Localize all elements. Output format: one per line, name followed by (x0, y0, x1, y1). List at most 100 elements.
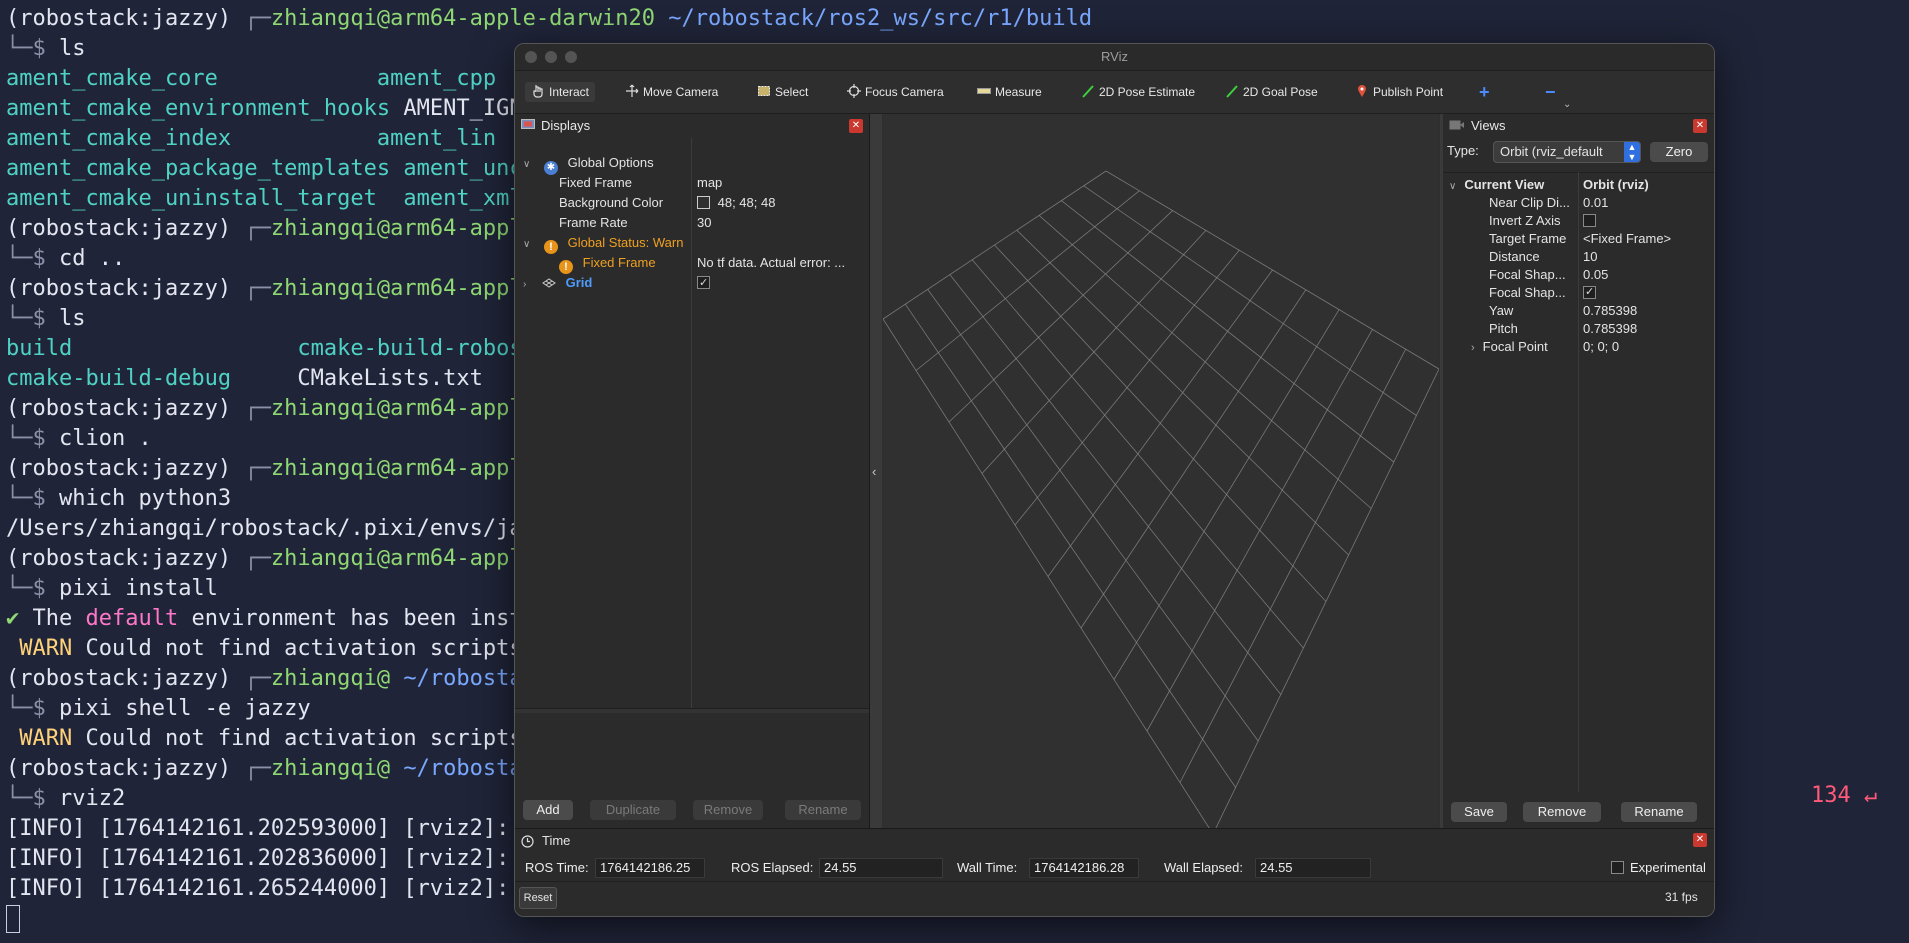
chevron-right-icon[interactable]: › (1471, 342, 1475, 354)
stepper-arrows-icon[interactable]: ▲ ▼ (1624, 142, 1640, 162)
rviz-window[interactable]: RViz Interact Move Camera Select Focus C… (514, 43, 1715, 917)
terminal-line: (robostack:jazzy) ┌─zhiangqi@arm64-appl (6, 394, 523, 424)
focal-shape-fixed-checkbox[interactable] (1583, 283, 1596, 302)
terminal-text-segment: zhiangqi@arm64-appl (270, 216, 523, 241)
duplicate-display-button[interactable]: Duplicate (590, 800, 676, 820)
column-divider (1578, 172, 1579, 792)
invert-z-checkbox[interactable] (1583, 212, 1596, 230)
frame-rate-value[interactable]: 30 (697, 213, 711, 233)
close-panel-button[interactable]: ✕ (1693, 119, 1707, 133)
chevron-down-icon[interactable]: ∨ (523, 159, 530, 170)
distance-value[interactable]: 10 (1583, 248, 1597, 266)
checkbox[interactable] (1583, 214, 1596, 227)
terminal-text-segment: ┌─ (244, 456, 271, 481)
checkbox[interactable] (697, 273, 710, 293)
close-panel-button[interactable]: ✕ (1693, 833, 1707, 847)
focal-point-row[interactable]: › Focal Point (1471, 338, 1548, 356)
terminal-text-segment: └─$ (6, 306, 59, 331)
pose-estimate-tool[interactable]: 2D Pose Estimate (1081, 82, 1195, 102)
terminal-text-segment: ┌─ (244, 276, 271, 301)
chevron-down-icon[interactable]: ⌄ (1563, 95, 1571, 115)
save-view-button[interactable]: Save (1451, 802, 1507, 822)
ros-time-field[interactable]: 1764142186.25 (595, 858, 705, 878)
terminal-text-segment: zhiangqi@arm64-appl (270, 546, 523, 571)
terminal-text-segment: zhiangqi@arm64-appl (270, 456, 523, 481)
rename-display-button[interactable]: Rename (785, 800, 861, 820)
terminal-text-segment: Could not find activation scripts (85, 726, 523, 751)
close-panel-button[interactable]: ✕ (849, 119, 863, 133)
grid-line (1179, 349, 1407, 783)
chevron-left-icon[interactable]: ‹ (872, 464, 876, 479)
pitch-label: Pitch (1489, 321, 1518, 336)
interact-tool[interactable]: Interact (525, 82, 596, 102)
move-camera-tool[interactable]: Move Camera (625, 82, 718, 102)
terminal-line: ament_cmake_uninstall_target ament_xml (6, 184, 523, 214)
experimental-checkbox-row[interactable]: Experimental (1611, 860, 1706, 875)
crosshair-icon (847, 84, 861, 98)
rename-view-button[interactable]: Rename (1621, 802, 1697, 822)
experimental-checkbox[interactable] (1611, 861, 1624, 874)
add-tool-button[interactable]: + (1479, 82, 1490, 102)
chevron-down-icon[interactable]: ∨ (523, 239, 530, 250)
remove-tool-button[interactable]: − (1545, 82, 1556, 102)
target-frame-value[interactable]: <Fixed Frame> (1583, 230, 1671, 248)
near-clip-value[interactable]: 0.01 (1583, 194, 1608, 212)
wall-time-field[interactable]: 1764142186.28 (1029, 858, 1139, 878)
focal-shape-size-value[interactable]: 0.05 (1583, 266, 1608, 284)
interact-label: Interact (549, 85, 590, 99)
terminal-line: └─$ pixi shell -e jazzy (6, 694, 311, 724)
terminal-text-segment: cd (58, 246, 99, 271)
fixed-frame-value[interactable]: map (697, 173, 722, 193)
chevron-down-icon[interactable]: ∨ (1449, 181, 1456, 192)
terminal-text-segment: build (6, 336, 298, 361)
ros-elapsed-field[interactable]: 24.55 (819, 858, 943, 878)
terminal-text-segment: ┌─ (244, 6, 271, 31)
focus-camera-label: Focus Camera (865, 85, 944, 99)
chevron-right-icon[interactable]: › (523, 279, 526, 290)
view-type-select[interactable]: Orbit (rviz_default ▲ ▼ (1493, 141, 1641, 163)
pitch-value[interactable]: 0.785398 (1583, 320, 1637, 338)
monitor-icon (521, 119, 535, 129)
current-view-row[interactable]: ∨ Current View (1449, 176, 1544, 194)
measure-tool[interactable]: Measure (977, 82, 1042, 102)
terminal-text-segment: rviz2 (58, 786, 126, 811)
focal-point-value[interactable]: 0; 0; 0 (1583, 338, 1619, 356)
warning-icon: ! (543, 240, 558, 254)
3d-viewport[interactable] (882, 114, 1440, 835)
background-color-value[interactable]: 48; 48; 48 (697, 193, 775, 213)
grid-enabled-checkbox[interactable] (697, 273, 710, 293)
goal-pose-tool[interactable]: 2D Goal Pose (1225, 82, 1318, 102)
status-fixed-frame-label: Fixed Frame (582, 255, 656, 270)
terminal-text-segment: (robostack:jazzy) (6, 456, 245, 481)
checkbox[interactable] (1583, 283, 1596, 301)
remove-view-button[interactable]: Remove (1523, 802, 1601, 822)
reset-button[interactable]: Reset (519, 887, 557, 909)
publish-point-label: Publish Point (1373, 85, 1444, 99)
remove-display-button[interactable]: Remove (693, 800, 763, 820)
focus-camera-tool[interactable]: Focus Camera (847, 82, 944, 102)
select-tool[interactable]: Select (757, 82, 808, 102)
select-label: Select (775, 85, 809, 99)
yaw-value[interactable]: 0.785398 (1583, 302, 1637, 320)
green-arrow-icon (1226, 85, 1238, 98)
zero-button[interactable]: Zero (1650, 142, 1708, 162)
publish-point-tool[interactable]: Publish Point (1355, 82, 1443, 102)
ros-elapsed-label: ROS Elapsed: (731, 860, 814, 875)
terminal-text-segment: which python3 (58, 486, 232, 511)
terminal-text-segment: zhiangqi@ (270, 666, 391, 691)
title-bar[interactable]: RViz (515, 44, 1714, 71)
tree-item-global-status[interactable]: ∨ ! Global Status: Warn (523, 233, 683, 254)
add-display-button[interactable]: Add (523, 800, 573, 820)
tree-item-grid[interactable]: › Grid (523, 273, 592, 293)
terminal-text-segment: [INFO] [1764142161.202836000] [rviz2]: (6, 846, 510, 871)
terminal-text-segment: ~/robostack/ros2_ws/src/r1/build (655, 6, 1093, 31)
terminal-line: [INFO] [1764142161.265244000] [rviz2]: (6, 874, 509, 904)
left-dock-toggle[interactable]: ‹ (870, 114, 882, 828)
wall-elapsed-field[interactable]: 24.55 (1255, 858, 1371, 878)
tree-item-global-options[interactable]: ∨ ✱ Global Options (523, 153, 654, 175)
tree-item-status-fixed-frame[interactable]: ! Fixed Frame (559, 253, 656, 274)
terminal-text-segment: zhiangqi@arm64-apple-darwin20 (270, 6, 656, 31)
color-swatch[interactable] (697, 196, 710, 209)
terminal-text-segment: ~/robosta (390, 756, 523, 781)
grid-icon (542, 278, 556, 288)
